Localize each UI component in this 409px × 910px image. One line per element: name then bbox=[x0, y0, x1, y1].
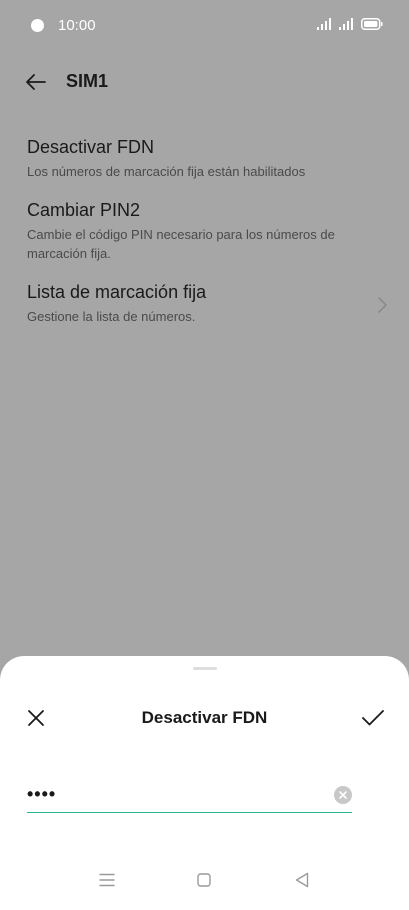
list-item-disable-fdn[interactable]: Desactivar FDN Los números de marcación … bbox=[27, 136, 382, 181]
menu-icon[interactable] bbox=[99, 873, 115, 887]
check-icon[interactable] bbox=[361, 708, 385, 728]
list-item-title: Desactivar FDN bbox=[27, 137, 155, 157]
status-icons bbox=[317, 18, 383, 30]
list-item-subtitle: Cambie el código PIN necesario para los … bbox=[27, 227, 335, 261]
bottom-sheet-dialog: Desactivar FDN •••• bbox=[0, 656, 409, 910]
signal-sim1-icon bbox=[317, 18, 331, 30]
sheet-drag-handle[interactable] bbox=[193, 667, 217, 670]
dialog-title: Desactivar FDN bbox=[141, 708, 268, 727]
arrow-left-icon[interactable] bbox=[24, 70, 48, 94]
home-icon[interactable] bbox=[197, 873, 211, 887]
notification-dot-icon bbox=[31, 19, 44, 32]
list-item-title: Cambiar PIN2 bbox=[27, 200, 141, 220]
app-header: SIM1 bbox=[0, 62, 409, 102]
screen: 10:00 SIM1 Desactivar FDN Los números de… bbox=[0, 0, 409, 910]
back-triangle-icon[interactable] bbox=[295, 872, 309, 888]
list-item-change-pin2[interactable]: Cambiar PIN2 Cambie el código PIN necesa… bbox=[27, 199, 382, 263]
chevron-right-icon bbox=[378, 297, 387, 313]
pin2-input[interactable]: •••• bbox=[27, 782, 352, 813]
pin-value: •••• bbox=[27, 784, 57, 804]
list-item-title: Lista de marcación fija bbox=[27, 282, 207, 302]
clear-input-icon[interactable] bbox=[334, 786, 352, 804]
system-nav-bar bbox=[0, 852, 409, 910]
list-item-fdn-list[interactable]: Lista de marcación fija Gestione la list… bbox=[27, 281, 387, 326]
list-item-subtitle: Gestione la lista de números. bbox=[27, 309, 196, 324]
page-title: SIM1 bbox=[66, 71, 109, 91]
settings-list: Desactivar FDN Los números de marcación … bbox=[27, 136, 387, 344]
status-bar: 10:00 bbox=[0, 0, 409, 50]
battery-icon bbox=[361, 18, 383, 30]
list-item-subtitle: Los números de marcación fija están habi… bbox=[27, 164, 306, 179]
signal-sim2-icon bbox=[339, 18, 353, 30]
status-time: 10:00 bbox=[58, 17, 96, 34]
